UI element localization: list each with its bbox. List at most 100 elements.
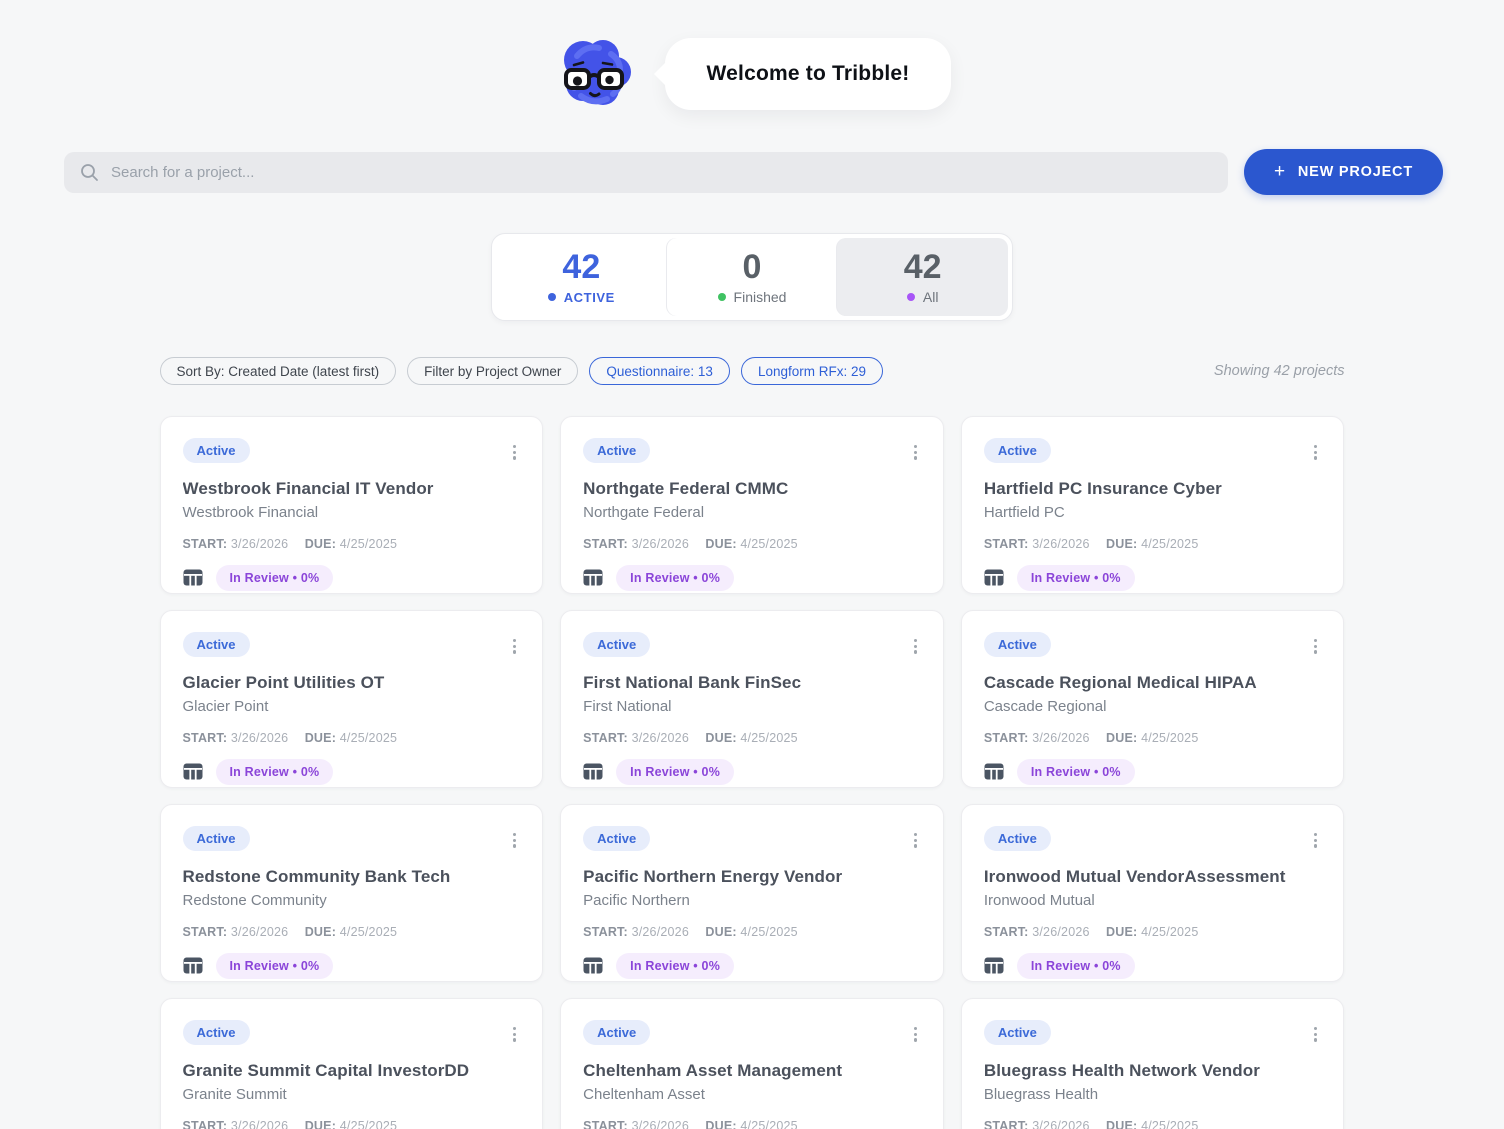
stat-active-label: ACTIVE bbox=[563, 289, 615, 305]
more-options-button[interactable] bbox=[1310, 1023, 1321, 1046]
more-options-button[interactable] bbox=[509, 635, 520, 658]
project-card[interactable]: Active Bluegrass Health Network Vendor B… bbox=[960, 998, 1345, 1129]
status-badge: Active bbox=[182, 826, 250, 851]
active-dot-icon bbox=[547, 293, 556, 302]
project-card[interactable]: Active Hartfield PC Insurance Cyber Hart… bbox=[960, 416, 1345, 594]
table-icon bbox=[984, 763, 1004, 780]
project-title: First National Bank FinSec bbox=[583, 672, 802, 692]
due-label: DUE: bbox=[304, 730, 337, 745]
start-label: START: bbox=[983, 536, 1029, 551]
stat-active[interactable]: 42 ACTIVE bbox=[496, 238, 667, 316]
start-label: START: bbox=[983, 924, 1029, 939]
project-dates: START: 3/26/2026 DUE: 4/25/2025 bbox=[583, 1119, 921, 1129]
more-options-button[interactable] bbox=[910, 1023, 921, 1046]
project-card[interactable]: Active Ironwood Mutual VendorAssessment … bbox=[960, 804, 1345, 982]
project-dates: START: 3/26/2026 DUE: 4/25/2025 bbox=[183, 1119, 521, 1129]
more-options-button[interactable] bbox=[1310, 441, 1321, 464]
start-date: 3/26/2026 bbox=[631, 1118, 689, 1129]
project-company: Cheltenham Asset bbox=[583, 1085, 705, 1103]
status-badge: Active bbox=[182, 438, 250, 463]
due-date: 4/25/2025 bbox=[1141, 730, 1199, 745]
start-label: START: bbox=[583, 1118, 628, 1129]
stat-finished-label: Finished bbox=[733, 289, 787, 306]
project-stats-card: 42 ACTIVE 0 Finished 42 All bbox=[491, 233, 1013, 321]
start-date: 3/26/2026 bbox=[1032, 1118, 1090, 1129]
due-label: DUE: bbox=[1106, 1118, 1138, 1129]
project-card[interactable]: Active Redstone Community Bank Tech Reds… bbox=[159, 804, 544, 982]
table-icon bbox=[984, 569, 1004, 586]
table-icon bbox=[583, 569, 603, 586]
search-input[interactable] bbox=[111, 163, 1212, 181]
start-label: START: bbox=[583, 536, 628, 551]
stat-all-label: All bbox=[922, 289, 939, 306]
project-company: Pacific Northern bbox=[583, 891, 690, 909]
start-label: START: bbox=[182, 536, 228, 551]
project-dates: START: 3/26/2026 DUE: 4/25/2025 bbox=[183, 537, 521, 551]
status-badge: Active bbox=[583, 632, 651, 657]
more-options-button[interactable] bbox=[1310, 829, 1321, 852]
new-project-button[interactable]: + NEW PROJECT bbox=[1243, 149, 1443, 195]
table-icon bbox=[183, 957, 202, 974]
start-date: 3/26/2026 bbox=[1032, 536, 1090, 551]
start-label: START: bbox=[983, 730, 1029, 745]
more-options-button[interactable] bbox=[910, 829, 921, 852]
start-label: START: bbox=[182, 1118, 228, 1129]
longform-rfx-chip[interactable]: Longform RFx: 29 bbox=[740, 357, 883, 385]
sort-by-chip[interactable]: Sort By: Created Date (latest first) bbox=[159, 357, 397, 385]
project-card[interactable]: Active Cascade Regional Medical HIPAA Ca… bbox=[960, 610, 1345, 788]
project-title: Ironwood Mutual VendorAssessment bbox=[983, 866, 1286, 886]
status-badge: Active bbox=[983, 826, 1051, 851]
stat-finished-value: 0 bbox=[742, 247, 762, 286]
due-label: DUE: bbox=[304, 1118, 337, 1129]
start-date: 3/26/2026 bbox=[230, 1118, 289, 1129]
welcome-text: Welcome to Tribble! bbox=[706, 62, 910, 85]
project-title: Cheltenham Asset Management bbox=[583, 1060, 843, 1080]
project-card[interactable]: Active First National Bank FinSec First … bbox=[560, 610, 944, 788]
project-company: Cascade Regional bbox=[983, 697, 1107, 715]
search-field[interactable] bbox=[64, 151, 1228, 193]
more-options-button[interactable] bbox=[910, 635, 921, 658]
showing-projects-count: Showing 42 projects bbox=[1213, 363, 1345, 379]
project-company: Bluegrass Health bbox=[983, 1085, 1099, 1103]
project-title: Pacific Northern Energy Vendor bbox=[583, 866, 843, 886]
due-label: DUE: bbox=[705, 730, 737, 745]
stat-all[interactable]: 42 All bbox=[837, 238, 1009, 316]
more-options-button[interactable] bbox=[1310, 635, 1321, 658]
due-date: 4/25/2025 bbox=[740, 730, 798, 745]
more-options-button[interactable] bbox=[509, 1023, 520, 1046]
table-icon bbox=[183, 763, 202, 780]
stat-all-value: 42 bbox=[903, 247, 942, 286]
more-options-button[interactable] bbox=[910, 441, 921, 464]
table-icon bbox=[583, 763, 603, 780]
due-date: 4/25/2025 bbox=[1141, 536, 1199, 551]
due-label: DUE: bbox=[304, 924, 337, 939]
status-badge: Active bbox=[182, 1020, 250, 1045]
due-label: DUE: bbox=[705, 1118, 737, 1129]
stat-active-value: 42 bbox=[562, 248, 601, 287]
stat-finished[interactable]: 0 Finished bbox=[667, 238, 838, 316]
welcome-speech-bubble: Welcome to Tribble! bbox=[664, 38, 952, 110]
project-dates: START: 3/26/2026 DUE: 4/25/2025 bbox=[183, 925, 521, 939]
start-date: 3/26/2026 bbox=[631, 730, 689, 745]
project-company: Westbrook Financial bbox=[182, 503, 319, 521]
project-card[interactable]: Active Glacier Point Utilities OT Glacie… bbox=[159, 610, 544, 788]
project-card[interactable]: Active Northgate Federal CMMC Northgate … bbox=[560, 416, 944, 594]
project-card[interactable]: Active Granite Summit Capital InvestorDD… bbox=[159, 998, 544, 1129]
review-status-badge: In Review • 0% bbox=[215, 564, 334, 591]
project-card[interactable]: Active Cheltenham Asset Management Chelt… bbox=[560, 998, 944, 1129]
filter-owner-chip[interactable]: Filter by Project Owner bbox=[407, 357, 579, 385]
project-dates: START: 3/26/2026 DUE: 4/25/2025 bbox=[583, 731, 921, 745]
review-status-badge: In Review • 0% bbox=[1016, 564, 1135, 591]
more-options-button[interactable] bbox=[509, 829, 520, 852]
due-date: 4/25/2025 bbox=[1141, 1118, 1199, 1129]
table-icon bbox=[583, 957, 603, 974]
review-status-badge: In Review • 0% bbox=[1016, 758, 1135, 785]
questionnaire-chip[interactable]: Questionnaire: 13 bbox=[589, 357, 730, 385]
project-dates: START: 3/26/2026 DUE: 4/25/2025 bbox=[183, 731, 521, 745]
project-title: Westbrook Financial IT Vendor bbox=[182, 478, 434, 498]
project-card[interactable]: Active Westbrook Financial IT Vendor Wes… bbox=[159, 416, 544, 594]
more-options-button[interactable] bbox=[509, 441, 520, 464]
project-card[interactable]: Active Pacific Northern Energy Vendor Pa… bbox=[560, 804, 944, 982]
due-date: 4/25/2025 bbox=[1141, 924, 1199, 939]
all-dot-icon bbox=[906, 293, 915, 302]
